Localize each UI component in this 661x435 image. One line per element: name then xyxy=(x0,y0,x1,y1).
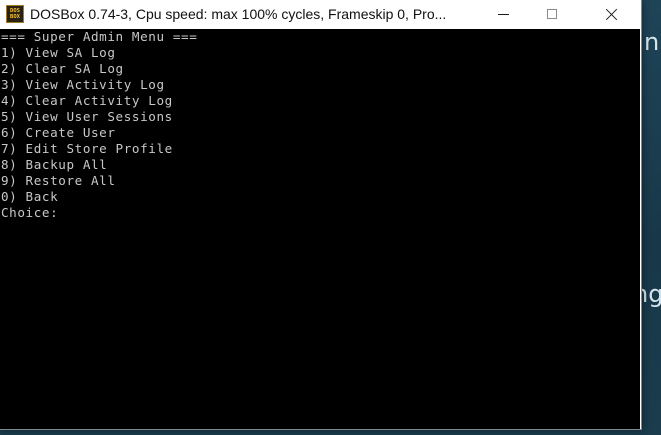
menu-item: 4) Clear Activity Log xyxy=(1,93,173,108)
title-bar[interactable]: DOS BOX DOSBox 0.74-3, Cpu speed: max 10… xyxy=(0,0,641,28)
minimize-button[interactable] xyxy=(480,0,526,28)
menu-item: 8) Backup All xyxy=(1,157,108,172)
menu-item: 2) Clear SA Log xyxy=(1,61,124,76)
maximize-button[interactable] xyxy=(529,0,575,28)
menu-item: 6) Create User xyxy=(1,125,116,140)
menu-item: 5) View User Sessions xyxy=(1,109,173,124)
menu-item: 1) View SA Log xyxy=(1,45,116,60)
menu-item: 7) Edit Store Profile xyxy=(1,141,173,156)
console-output: === Super Admin Menu === 1) View SA Log … xyxy=(1,29,197,221)
dosbox-window[interactable]: DOS BOX DOSBox 0.74-3, Cpu speed: max 10… xyxy=(0,0,642,430)
menu-item: 0) Back xyxy=(1,189,59,204)
close-button[interactable] xyxy=(588,0,634,28)
close-icon xyxy=(605,8,618,21)
maximize-icon xyxy=(547,9,557,19)
desktop-background: n ng DOS BOX DOSBox 0.74-3, Cpu speed: m… xyxy=(0,0,661,435)
menu-item: 9) Restore All xyxy=(1,173,116,188)
choice-prompt[interactable]: Choice: xyxy=(1,205,197,221)
minimize-icon xyxy=(497,13,509,15)
icon-text-bottom: BOX xyxy=(10,14,20,20)
background-app-text: n xyxy=(644,28,660,56)
menu-item: 3) View Activity Log xyxy=(1,77,165,92)
dosbox-icon[interactable]: DOS BOX xyxy=(6,5,24,23)
window-title: DOSBox 0.74-3, Cpu speed: max 100% cycle… xyxy=(30,6,447,22)
menu-title: === Super Admin Menu === xyxy=(1,29,198,44)
dos-console-screen[interactable]: === Super Admin Menu === 1) View SA Log … xyxy=(0,29,640,429)
